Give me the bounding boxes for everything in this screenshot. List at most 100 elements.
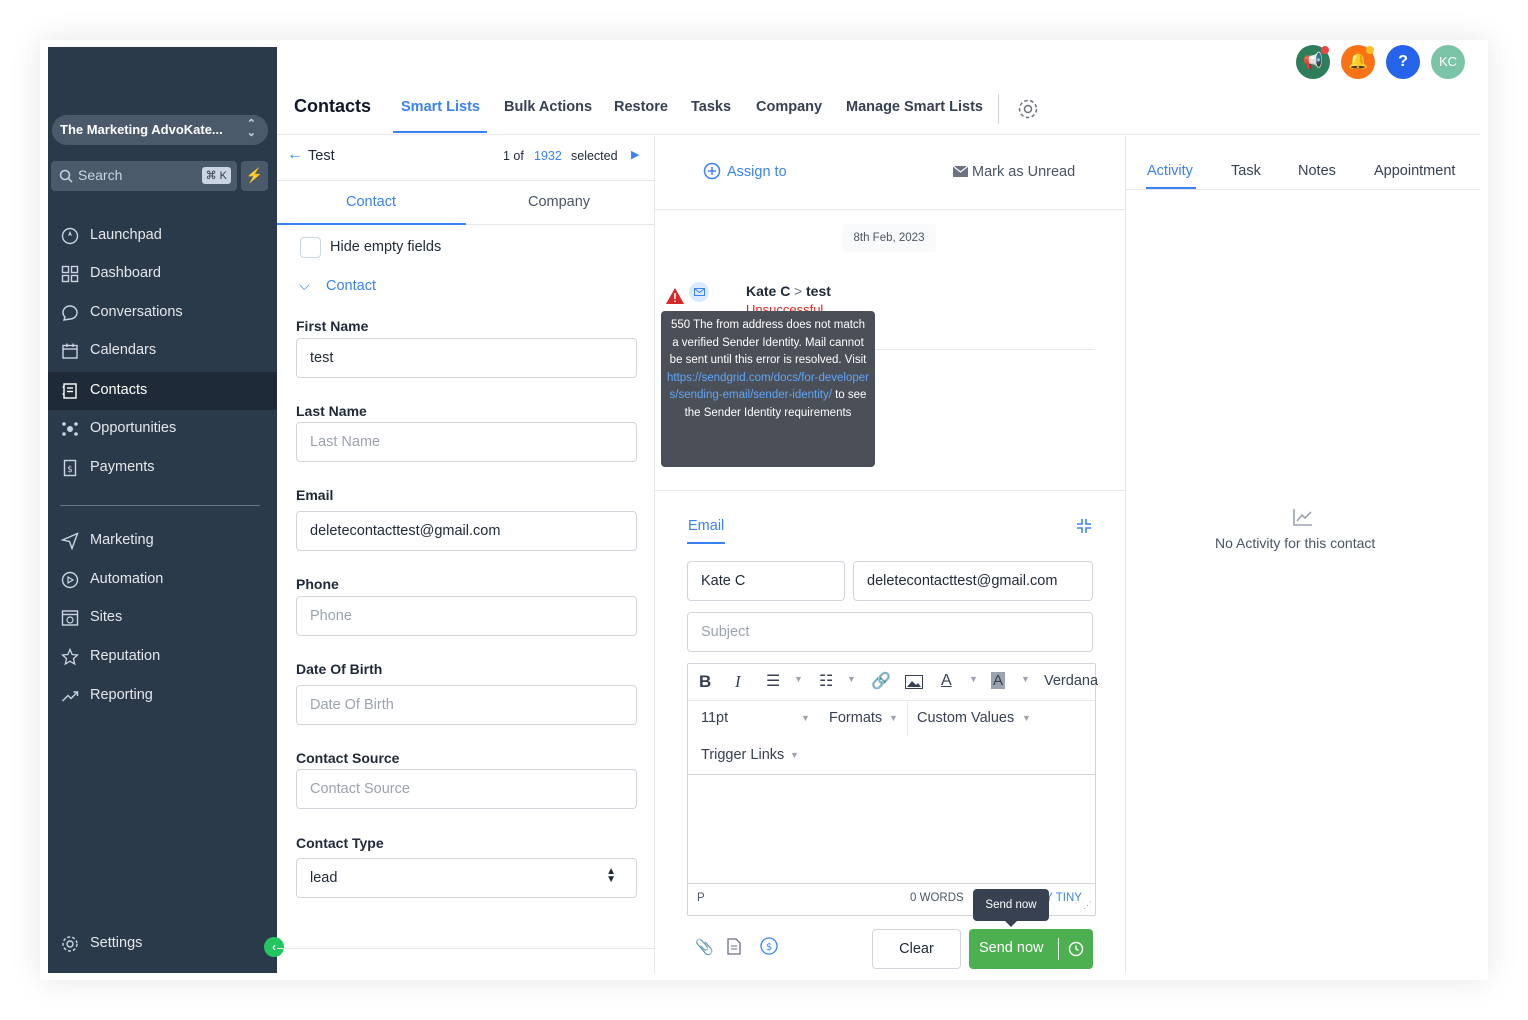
tab-restore[interactable]: Restore [614, 99, 668, 115]
contacts-icon [62, 383, 77, 399]
font-family-select[interactable]: Verdana [1044, 673, 1098, 689]
sidebar-item-sites[interactable]: Sites [48, 599, 277, 637]
sidebar-item-payments[interactable]: $ Payments [48, 449, 277, 487]
chevron-down-icon[interactable]: ▼ [801, 713, 810, 723]
sidebar-item-launchpad[interactable]: Launchpad [48, 217, 277, 255]
link-icon[interactable]: 🔗 [871, 671, 891, 691]
avatar[interactable]: KC [1431, 45, 1465, 79]
schedule-clock-icon[interactable] [1068, 941, 1084, 957]
document-icon[interactable] [727, 938, 741, 955]
field-label: Email [296, 487, 334, 503]
resize-handle-icon[interactable]: ⋰ [1083, 900, 1092, 911]
custom-values-select[interactable]: Custom Values [917, 710, 1014, 726]
tab-activity[interactable]: Activity [1147, 163, 1193, 179]
date-of-birth-input[interactable]: Date Of Birth [296, 685, 637, 725]
plus-circle-icon[interactable] [703, 162, 721, 180]
location-name: The Marketing AdvoKate... [60, 122, 223, 137]
notifications-button[interactable]: 🔔 [1341, 45, 1375, 79]
contact-details-panel: ← Test 1 of 1932 selected ▶ Contact Comp… [277, 136, 655, 973]
quick-action-button[interactable]: ⚡ [241, 161, 268, 191]
image-icon[interactable] [905, 675, 923, 689]
tab-task[interactable]: Task [1231, 163, 1261, 179]
chevron-left-icon: ‹ [272, 940, 276, 954]
count-total[interactable]: 1932 [534, 149, 562, 163]
sidebar-item-reporting[interactable]: Reporting [48, 677, 277, 715]
phone-input[interactable]: Phone [296, 596, 637, 636]
tab-email[interactable]: Email [688, 518, 724, 534]
chevron-down-icon[interactable]: ▼ [1022, 713, 1031, 723]
chevron-down-icon[interactable]: ▼ [794, 674, 803, 684]
tab-company[interactable]: Company [528, 194, 590, 210]
sidebar-item-settings[interactable]: Settings [48, 925, 277, 963]
trigger-links-select[interactable]: Trigger Links [701, 747, 784, 763]
send-now-button[interactable]: Send now [969, 929, 1093, 969]
location-switcher[interactable]: The Marketing AdvoKate... ⌃ ⌄ [52, 115, 268, 145]
dollar-circle-icon[interactable]: $ [760, 937, 778, 955]
megaphone-icon: 📢 [1303, 53, 1323, 70]
assign-button[interactable]: Assign to [727, 164, 787, 180]
numbered-list-icon[interactable]: ☷ [819, 671, 833, 691]
last-name-input[interactable]: Last Name [296, 422, 637, 462]
chevron-down-icon[interactable]: ▼ [1021, 674, 1030, 684]
sidebar-item-contacts[interactable]: Contacts [48, 372, 277, 410]
svg-text:$: $ [67, 465, 73, 475]
email-body-textarea[interactable] [688, 775, 1095, 883]
tab-contact[interactable]: Contact [346, 194, 396, 210]
contact-source-input[interactable]: Contact Source [296, 769, 637, 809]
to-email-input[interactable]: deletecontacttest@gmail.com [853, 561, 1093, 601]
tab-tasks[interactable]: Tasks [691, 99, 731, 115]
bold-icon[interactable]: B [699, 672, 711, 692]
sidebar-item-calendars[interactable]: Calendars [48, 332, 277, 370]
formats-select[interactable]: Formats [829, 710, 882, 726]
tab-company[interactable]: Company [756, 99, 822, 115]
sidebar-item-reputation[interactable]: Reputation [48, 638, 277, 676]
subject-input[interactable]: Subject [687, 612, 1093, 652]
section-contact[interactable]: Contact [326, 278, 376, 294]
tab-manage-smart-lists[interactable]: Manage Smart Lists [846, 99, 983, 115]
message-divider [855, 349, 1095, 350]
email-input[interactable]: deletecontacttest@gmail.com [296, 511, 637, 551]
font-size-select[interactable]: 11pt [701, 710, 728, 726]
search-shortcut: ⌘ K [201, 167, 231, 184]
hide-empty-checkbox[interactable] [300, 237, 321, 258]
gear-icon[interactable] [1017, 98, 1039, 120]
clear-button[interactable]: Clear [872, 929, 961, 969]
gear-icon [62, 936, 78, 952]
italic-icon[interactable]: I [735, 672, 741, 692]
mark-unread-button[interactable]: Mark as Unread [972, 164, 1075, 180]
sidebar-item-automation[interactable]: Automation [48, 561, 277, 599]
email-editor: B I ☰ ▼ ☷ ▼ 🔗 A ▼ A ▼ Verdana 11pt ▼ For… [687, 663, 1098, 916]
sidebar-item-conversations[interactable]: Conversations [48, 294, 277, 332]
from-name-input[interactable]: Kate C [687, 561, 845, 601]
bullet-list-icon[interactable]: ☰ [766, 671, 780, 691]
attachment-icon[interactable]: 📎 [695, 938, 714, 956]
chevron-down-icon[interactable]: ▼ [889, 713, 898, 723]
chevron-down-icon[interactable]: ▼ [969, 674, 978, 684]
tab-smart-lists[interactable]: Smart Lists [401, 99, 480, 115]
back-label[interactable]: Test [308, 148, 335, 164]
arrow-left-icon[interactable]: ← [287, 146, 303, 164]
help-button[interactable]: ? [1386, 45, 1420, 79]
sidebar-item-marketing[interactable]: Marketing [48, 522, 277, 560]
tab-appointment[interactable]: Appointment [1374, 163, 1455, 179]
sidebar-item-dashboard[interactable]: Dashboard [48, 255, 277, 293]
contact-type-select[interactable]: lead ▲ ▼ [296, 858, 637, 898]
chevron-down-icon[interactable]: ▼ [790, 750, 799, 760]
field-label: Phone [296, 576, 339, 592]
sidebar-item-opportunities[interactable]: Opportunities [48, 410, 277, 448]
warning-icon[interactable] [666, 288, 684, 304]
text-color-icon[interactable]: A [941, 672, 952, 690]
collapse-icon[interactable] [1076, 518, 1092, 534]
field-label: Contact Source [296, 750, 400, 766]
chevron-down-icon[interactable]: ⌵ [299, 277, 310, 294]
first-name-input[interactable]: test [296, 338, 637, 378]
tab-bulk-actions[interactable]: Bulk Actions [504, 99, 592, 115]
search-input[interactable]: Search ⌘ K [51, 161, 237, 191]
chevron-down-icon[interactable]: ▼ [847, 674, 856, 684]
sidebar-item-label: Dashboard [90, 265, 161, 281]
highlight-color-icon[interactable]: A [991, 672, 1006, 689]
next-arrow-icon[interactable]: ▶ [631, 148, 639, 161]
sidebar-item-label: Automation [90, 571, 164, 587]
tab-notes[interactable]: Notes [1298, 163, 1336, 179]
announcements-button[interactable]: 📢 [1296, 45, 1330, 79]
